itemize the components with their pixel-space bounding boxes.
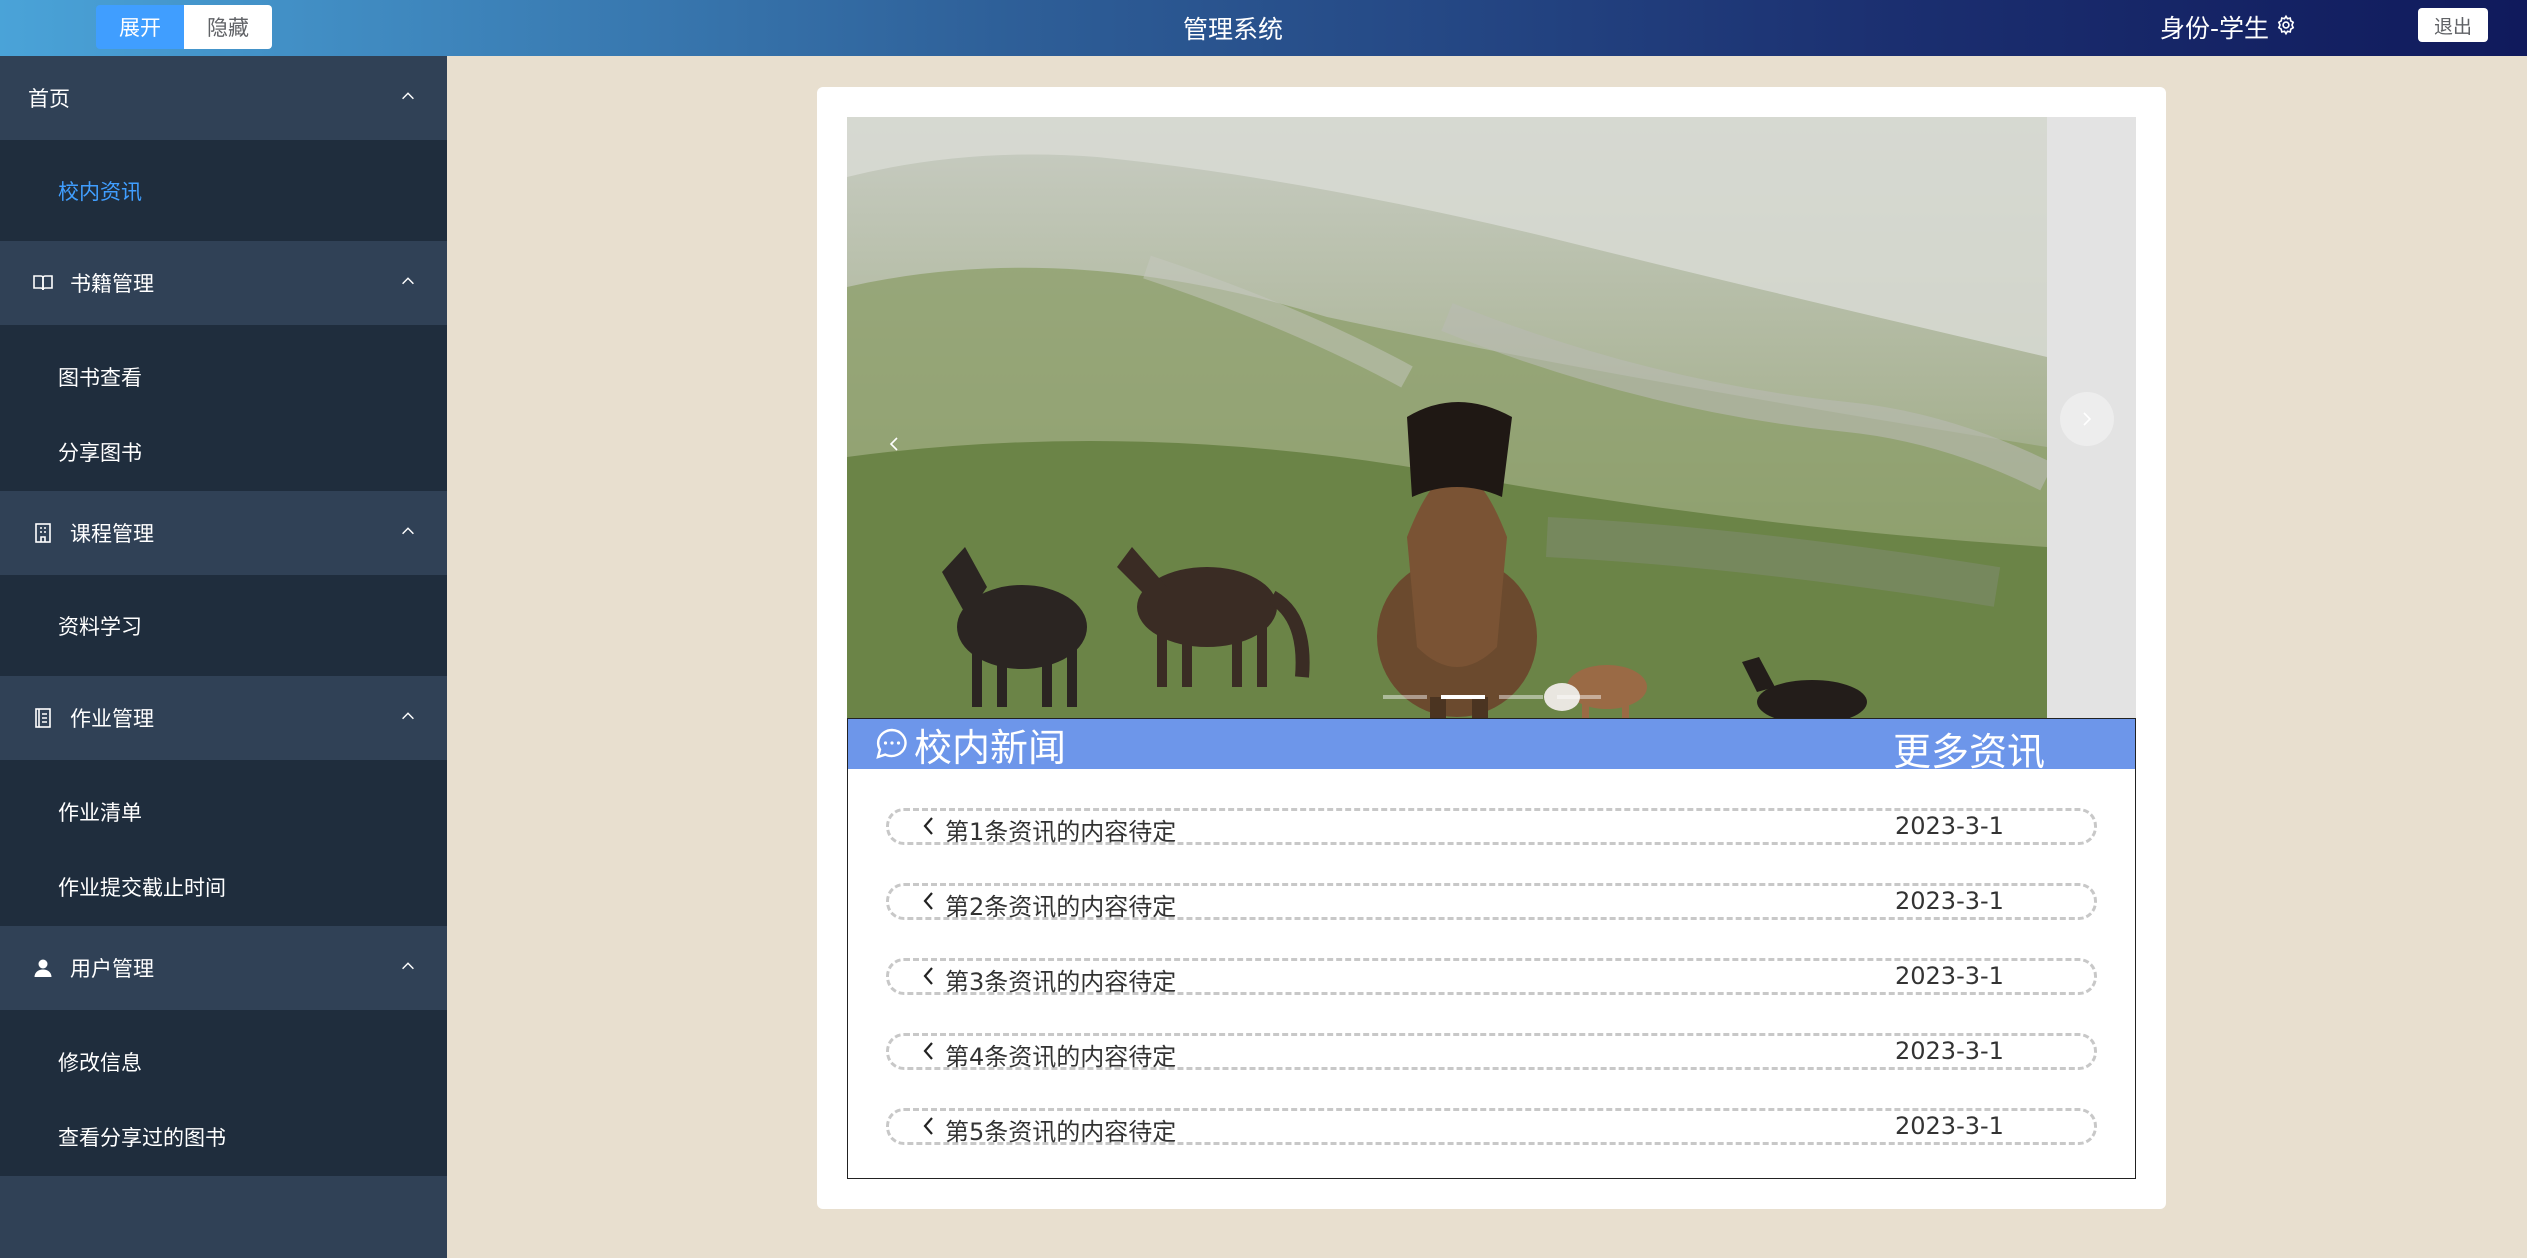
carousel-indicator[interactable] — [1383, 695, 1427, 699]
carousel-prev-button[interactable] — [867, 417, 921, 471]
chevron-left-icon — [923, 1117, 933, 1135]
news-header: 校内新闻 更多资讯 — [848, 719, 2135, 774]
carousel-indicator[interactable] — [1499, 695, 1543, 699]
sidebar-group-books[interactable]: 书籍管理 — [0, 241, 447, 325]
chevron-left-icon — [923, 817, 933, 835]
top-bar: 展开 隐藏 管理系统 身份-学生 退出 — [0, 0, 2527, 56]
news-list: 第1条资讯的内容待定 2023-3-1 第2条资讯的内容待定 2023-3-1 … — [848, 769, 2135, 1146]
chevron-up-icon — [402, 712, 414, 720]
app-title: 管理系统 — [1183, 15, 1284, 44]
news-item-text: 第4条资讯的内容待定 — [945, 1043, 1177, 1071]
news-panel: 校内新闻 更多资讯 第1条资讯的内容待定 2023-3-1 第2条资讯的内容待定… — [847, 718, 2136, 1179]
expand-button[interactable]: 展开 — [96, 5, 184, 49]
logout-button[interactable]: 退出 — [2418, 8, 2488, 42]
sidebar-item-study-materials[interactable]: 资料学习 — [0, 589, 447, 662]
chevron-left-icon — [923, 967, 933, 985]
submenu-home: 校内资讯 — [0, 140, 447, 241]
user-icon — [28, 953, 58, 983]
carousel-next-button[interactable] — [2060, 392, 2114, 446]
sidebar-item-view-books[interactable]: 图书查看 — [0, 339, 447, 414]
sidebar-item-edit-profile[interactable]: 修改信息 — [0, 1024, 447, 1099]
identity-label[interactable]: 身份-学生 — [2160, 9, 2297, 45]
submenu-homework: 作业清单 作业提交截止时间 — [0, 760, 447, 926]
news-item[interactable]: 第1条资讯的内容待定 2023-3-1 — [886, 808, 2097, 846]
chat-bubble-icon — [876, 728, 907, 759]
chevron-up-icon — [402, 962, 414, 970]
news-item-date: 2023-3-1 — [1895, 1112, 2004, 1140]
sidebar-group-homework[interactable]: 作业管理 — [0, 676, 447, 760]
chevron-up-icon — [402, 527, 414, 535]
news-item-text: 第1条资讯的内容待定 — [945, 818, 1177, 846]
gear-icon[interactable] — [2275, 13, 2297, 42]
sidebar-group-label: 作业管理 — [70, 707, 154, 731]
chevron-left-icon — [889, 437, 898, 451]
carousel-indicator[interactable] — [1557, 695, 1601, 699]
news-item-date: 2023-3-1 — [1895, 1037, 2004, 1065]
sidebar-group-label: 书籍管理 — [70, 272, 154, 296]
news-item-text: 第3条资讯的内容待定 — [945, 968, 1177, 996]
book-icon — [28, 268, 58, 298]
sidebar-item-shared-books-history[interactable]: 查看分享过的图书 — [0, 1099, 447, 1174]
chevron-up-icon — [402, 92, 414, 100]
submenu-courses: 资料学习 — [0, 575, 447, 676]
chevron-left-icon — [923, 892, 933, 910]
sidebar-item-share-books[interactable]: 分享图书 — [0, 414, 447, 489]
news-title: 校内新闻 — [914, 725, 1067, 770]
news-item-date: 2023-3-1 — [1895, 887, 2004, 915]
news-item-date: 2023-3-1 — [1895, 962, 2004, 990]
submenu-users: 修改信息 查看分享过的图书 — [0, 1010, 447, 1176]
sidebar-group-label: 课程管理 — [70, 522, 154, 546]
identity-text: 身份-学生 — [2160, 14, 2270, 43]
submenu-books: 图书查看 分享图书 — [0, 325, 447, 491]
chevron-up-icon — [402, 277, 414, 285]
news-item[interactable]: 第3条资讯的内容待定 2023-3-1 — [886, 958, 2097, 996]
hide-button[interactable]: 隐藏 — [184, 5, 272, 49]
list-icon — [28, 703, 58, 733]
chevron-right-icon — [2083, 412, 2092, 426]
carousel-indicators — [1383, 695, 1601, 699]
news-item[interactable]: 第5条资讯的内容待定 2023-3-1 — [886, 1108, 2097, 1146]
chevron-left-icon — [923, 1042, 933, 1060]
sidebar: 首页 校内资讯 书籍管理 图书查看 分享图书 课程管理 资料学习 作业管理 作业… — [0, 56, 447, 1258]
sidebar-group-label: 首页 — [28, 87, 70, 111]
sidebar-group-home[interactable]: 首页 — [0, 56, 447, 140]
carousel-indicator-active[interactable] — [1441, 695, 1485, 699]
sidebar-item-homework-deadline[interactable]: 作业提交截止时间 — [0, 849, 447, 924]
more-news-link[interactable]: 更多资讯 — [1893, 721, 2045, 776]
sidebar-group-courses[interactable]: 课程管理 — [0, 491, 447, 575]
carousel-photo — [847, 117, 2047, 718]
news-item[interactable]: 第2条资讯的内容待定 2023-3-1 — [886, 883, 2097, 921]
news-item-date: 2023-3-1 — [1895, 812, 2004, 840]
news-item[interactable]: 第4条资讯的内容待定 2023-3-1 — [886, 1033, 2097, 1071]
sidebar-toggle-group: 展开 隐藏 — [96, 5, 272, 49]
sidebar-group-users[interactable]: 用户管理 — [0, 926, 447, 1010]
sidebar-group-label: 用户管理 — [70, 957, 154, 981]
image-carousel[interactable] — [847, 117, 2136, 718]
news-item-text: 第2条资讯的内容待定 — [945, 893, 1177, 921]
sidebar-item-campus-news[interactable]: 校内资讯 — [0, 154, 447, 227]
building-icon — [28, 518, 58, 548]
news-item-text: 第5条资讯的内容待定 — [945, 1118, 1177, 1146]
sidebar-item-homework-list[interactable]: 作业清单 — [0, 774, 447, 849]
